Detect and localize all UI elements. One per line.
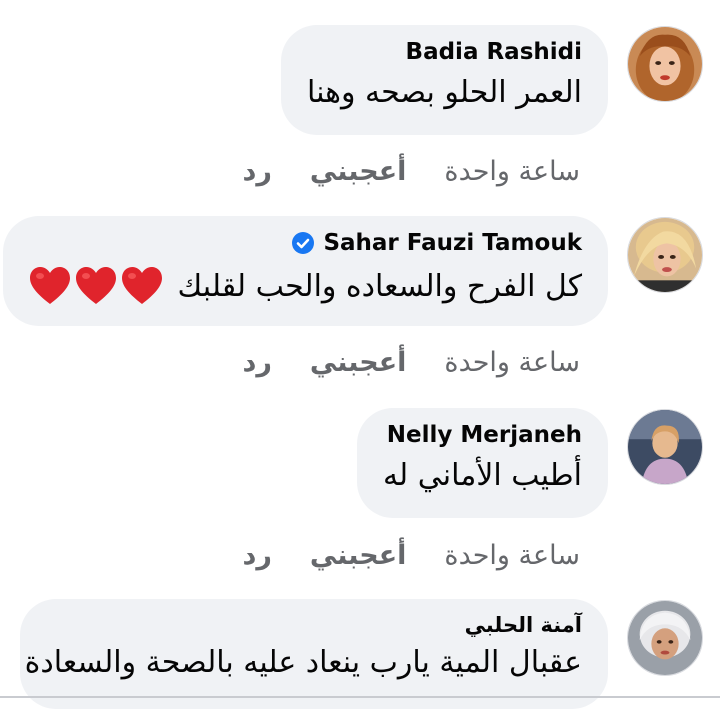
comment-bubble: آمنة الحلبي عقبال المية يارب ينعاد عليه …	[20, 599, 608, 709]
comment-author[interactable]: آمنة الحلبي	[46, 613, 582, 637]
bottom-divider	[0, 696, 720, 698]
comment-author[interactable]: Nelly Merjaneh	[383, 422, 582, 448]
comment-bubble: Badia Rashidi العمر الحلو بصحه وهنا	[280, 25, 608, 135]
reply-button[interactable]: رد	[242, 156, 271, 187]
like-button[interactable]: أعجبني	[310, 540, 407, 571]
comment-bubble: Nelly Merjaneh أطيب الأماني له	[356, 408, 608, 518]
comment-text: عقبال المية يارب ينعاد عليه بالصحة والسع…	[24, 645, 582, 680]
reply-button[interactable]: رد	[242, 347, 271, 378]
avatar[interactable]	[627, 26, 703, 102]
comment-time[interactable]: ساعة واحدة	[444, 347, 580, 378]
comment-text: كل الفرح والسعاده والحب لقلبك	[29, 266, 582, 306]
comment-bubble: Sahar Fauzi Tamouk كل الفرح والسعاده وال…	[3, 216, 608, 326]
comment-author-name[interactable]: Sahar Fauzi Tamouk	[323, 230, 582, 256]
comment-time[interactable]: ساعة واحدة	[444, 156, 580, 187]
comment-text: العمر الحلو بصحه وهنا	[306, 75, 582, 110]
reply-button[interactable]: رد	[242, 540, 271, 571]
comment-author[interactable]: Badia Rashidi	[307, 39, 582, 65]
avatar[interactable]	[627, 409, 703, 485]
comment-text-content: كل الفرح والسعاده والحب لقلبك	[177, 268, 582, 304]
comment-text: أطيب الأماني له	[382, 458, 582, 493]
comment-actions: ساعة واحدة أعجبني رد	[242, 540, 580, 571]
like-button[interactable]: أعجبني	[310, 347, 407, 378]
avatar[interactable]	[627, 217, 703, 293]
comment-actions: ساعة واحدة أعجبني رد	[242, 156, 580, 187]
comment-actions: ساعة واحدة أعجبني رد	[242, 347, 580, 378]
like-button[interactable]: أعجبني	[310, 156, 407, 187]
verified-badge-icon	[292, 232, 315, 254]
comment-time[interactable]: ساعة واحدة	[444, 540, 580, 571]
avatar[interactable]	[627, 600, 703, 676]
red-heart-icon	[122, 267, 163, 304]
red-heart-icon	[76, 267, 117, 304]
comment-author: Sahar Fauzi Tamouk	[29, 230, 582, 256]
heart-emojis	[29, 266, 163, 306]
red-heart-icon	[30, 267, 71, 304]
